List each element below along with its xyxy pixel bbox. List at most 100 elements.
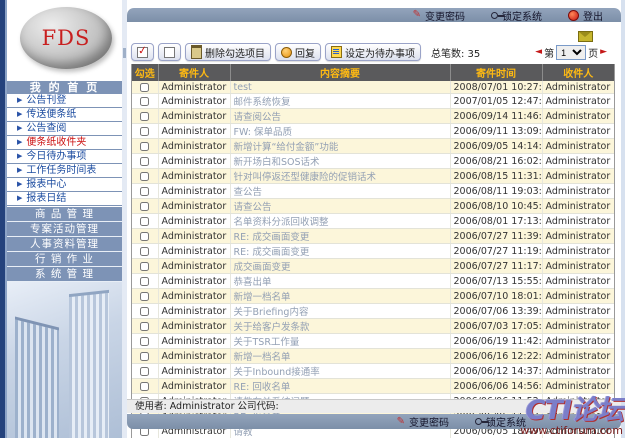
sidebar-section[interactable]: 人事资料管理: [7, 237, 122, 252]
sidebar-section[interactable]: 系 统 管 理: [7, 267, 122, 282]
row-checkbox[interactable]: [140, 262, 149, 271]
set-todo-button[interactable]: 设定为待办事项: [325, 43, 421, 61]
arrow-right-icon: ▶: [17, 139, 22, 146]
row-checkbox[interactable]: [140, 337, 149, 346]
row-checkbox[interactable]: [140, 247, 149, 256]
bar-link-pencil[interactable]: ✎变更密码: [397, 414, 449, 429]
subject-link[interactable]: 邮件系统恢复: [230, 94, 450, 109]
sidebar-item[interactable]: ▶传送便条纸: [7, 108, 122, 122]
sidebar-item[interactable]: ▶便条纸收件夹: [7, 136, 122, 150]
subject-link[interactable]: 关于给客户发条款: [230, 319, 450, 334]
column-header[interactable]: 寄件人: [158, 64, 230, 81]
select-all-button[interactable]: [131, 43, 154, 61]
subject-link[interactable]: 新增计算“给付金额”功能: [230, 139, 450, 154]
recipient-cell: Administrator: [542, 124, 614, 139]
column-header[interactable]: 寄件时间: [450, 64, 542, 81]
subject-link[interactable]: 新开场白和SOS话术: [230, 154, 450, 169]
time-cell: 2006/06/12 14:37:09: [450, 364, 542, 379]
bar-link-label: 锁定系统: [502, 8, 542, 23]
time-cell: 2006/09/14 11:46:20: [450, 109, 542, 124]
subject-link[interactable]: 关于Inbound接通率: [230, 364, 450, 379]
sidebar-section[interactable]: 专案活动管理: [7, 222, 122, 237]
recipient-cell: Administrator: [542, 94, 614, 109]
row-checkbox[interactable]: [140, 307, 149, 316]
bar-link-key[interactable]: 锁定系统: [491, 8, 542, 23]
row-checkbox[interactable]: [140, 232, 149, 241]
sender-cell: Administrator: [158, 184, 230, 199]
row-checkbox[interactable]: [140, 172, 149, 181]
row-checkbox[interactable]: [140, 202, 149, 211]
sidebar-item[interactable]: ▶公告刊登: [7, 94, 122, 108]
column-header[interactable]: 勾选: [132, 64, 158, 81]
subject-link[interactable]: FW: 保单品质: [230, 124, 450, 139]
subject-link[interactable]: test: [230, 81, 450, 94]
sidebar-item-label: 公告查阅: [26, 122, 66, 135]
sidebar-item[interactable]: ▶报表日结: [7, 192, 122, 206]
bar-link-key[interactable]: 锁定系统: [475, 414, 526, 429]
deselect-all-button[interactable]: [158, 43, 181, 61]
subject-link[interactable]: 关于Briefing内容: [230, 304, 450, 319]
table-row: Administrator针对叫停返还型健康险的促销话术2006/08/15 1…: [132, 169, 614, 184]
subject-link[interactable]: 名单资料分派回收调整: [230, 214, 450, 229]
page-select[interactable]: 1: [556, 45, 586, 60]
recipient-cell: Administrator: [542, 379, 614, 394]
row-checkbox[interactable]: [140, 157, 149, 166]
time-cell: 2006/09/11 13:09:52: [450, 124, 542, 139]
subject-link[interactable]: 查公告: [230, 184, 450, 199]
row-checkbox[interactable]: [140, 187, 149, 196]
row-checkbox[interactable]: [140, 322, 149, 331]
recipient-cell: Administrator: [542, 364, 614, 379]
subject-link[interactable]: 关于TSR工作量: [230, 334, 450, 349]
time-cell: 2006/07/13 15:55:47: [450, 274, 542, 289]
prev-page-arrow-icon[interactable]: ◄: [535, 48, 542, 57]
subject-link[interactable]: 恭喜出单: [230, 274, 450, 289]
sidebar-item[interactable]: ▶工作任务时间表: [7, 164, 122, 178]
sidebar-section[interactable]: 商 品 管 理: [7, 207, 122, 222]
envelope-icon[interactable]: [578, 31, 593, 42]
row-checkbox[interactable]: [140, 292, 149, 301]
row-checkbox[interactable]: [140, 112, 149, 121]
toolbar: 删除勾选项目 回复 设定为待办事项 总笔数: 35: [131, 43, 480, 61]
sender-cell: Administrator: [158, 229, 230, 244]
sender-cell: Administrator: [158, 349, 230, 364]
bar-link-label: 变更密码: [425, 8, 465, 23]
pager-prefix-label: 第: [544, 45, 554, 60]
arrow-right-icon: ▶: [17, 181, 22, 188]
sidebar-section[interactable]: 行 销 作 业: [7, 252, 122, 267]
delete-checked-button[interactable]: 删除勾选项目: [185, 43, 271, 61]
row-checkbox[interactable]: [140, 382, 149, 391]
bar-link-pencil[interactable]: ✎变更密码: [413, 8, 465, 23]
sidebar-item[interactable]: ▶今日待办事项: [7, 150, 122, 164]
subject-link[interactable]: 针对叫停返还型健康险的促销话术: [230, 169, 450, 184]
row-checkbox[interactable]: [140, 83, 149, 92]
next-page-arrow-icon[interactable]: ►: [600, 48, 607, 57]
logout-icon: [568, 10, 579, 21]
row-checkbox[interactable]: [140, 142, 149, 151]
row-checkbox[interactable]: [140, 127, 149, 136]
subject-link[interactable]: RE: 成交画面变更: [230, 244, 450, 259]
subject-link[interactable]: RE: 成交画面变更: [230, 229, 450, 244]
time-cell: 2006/08/21 16:02:58: [450, 154, 542, 169]
checkbox-cell: [132, 124, 158, 139]
subject-link[interactable]: 新增一档名单: [230, 289, 450, 304]
watermark-title: CTI论坛: [520, 397, 623, 424]
subject-link[interactable]: 新增一档名单: [230, 349, 450, 364]
bar-link-logout[interactable]: 登出: [568, 8, 603, 23]
subject-link[interactable]: 成交画面变更: [230, 259, 450, 274]
subject-link[interactable]: RE: 回收名单: [230, 379, 450, 394]
table-row: Administrator恭喜出单2006/07/13 15:55:47Admi…: [132, 274, 614, 289]
sidebar-item[interactable]: ▶公告查阅: [7, 122, 122, 136]
column-header[interactable]: 收件人: [542, 64, 614, 81]
row-checkbox[interactable]: [140, 367, 149, 376]
row-checkbox[interactable]: [140, 352, 149, 361]
row-checkbox[interactable]: [140, 97, 149, 106]
recipient-cell: Administrator: [542, 229, 614, 244]
row-checkbox[interactable]: [140, 217, 149, 226]
sidebar-item[interactable]: ▶报表中心: [7, 178, 122, 192]
row-checkbox[interactable]: [140, 277, 149, 286]
subject-link[interactable]: 请查公告: [230, 199, 450, 214]
column-header[interactable]: 内容摘要: [230, 64, 450, 81]
reply-button[interactable]: 回复: [275, 43, 321, 61]
sidebar-sections: 商 品 管 理专案活动管理人事资料管理行 销 作 业系 统 管 理: [7, 207, 122, 282]
subject-link[interactable]: 请查阅公告: [230, 109, 450, 124]
